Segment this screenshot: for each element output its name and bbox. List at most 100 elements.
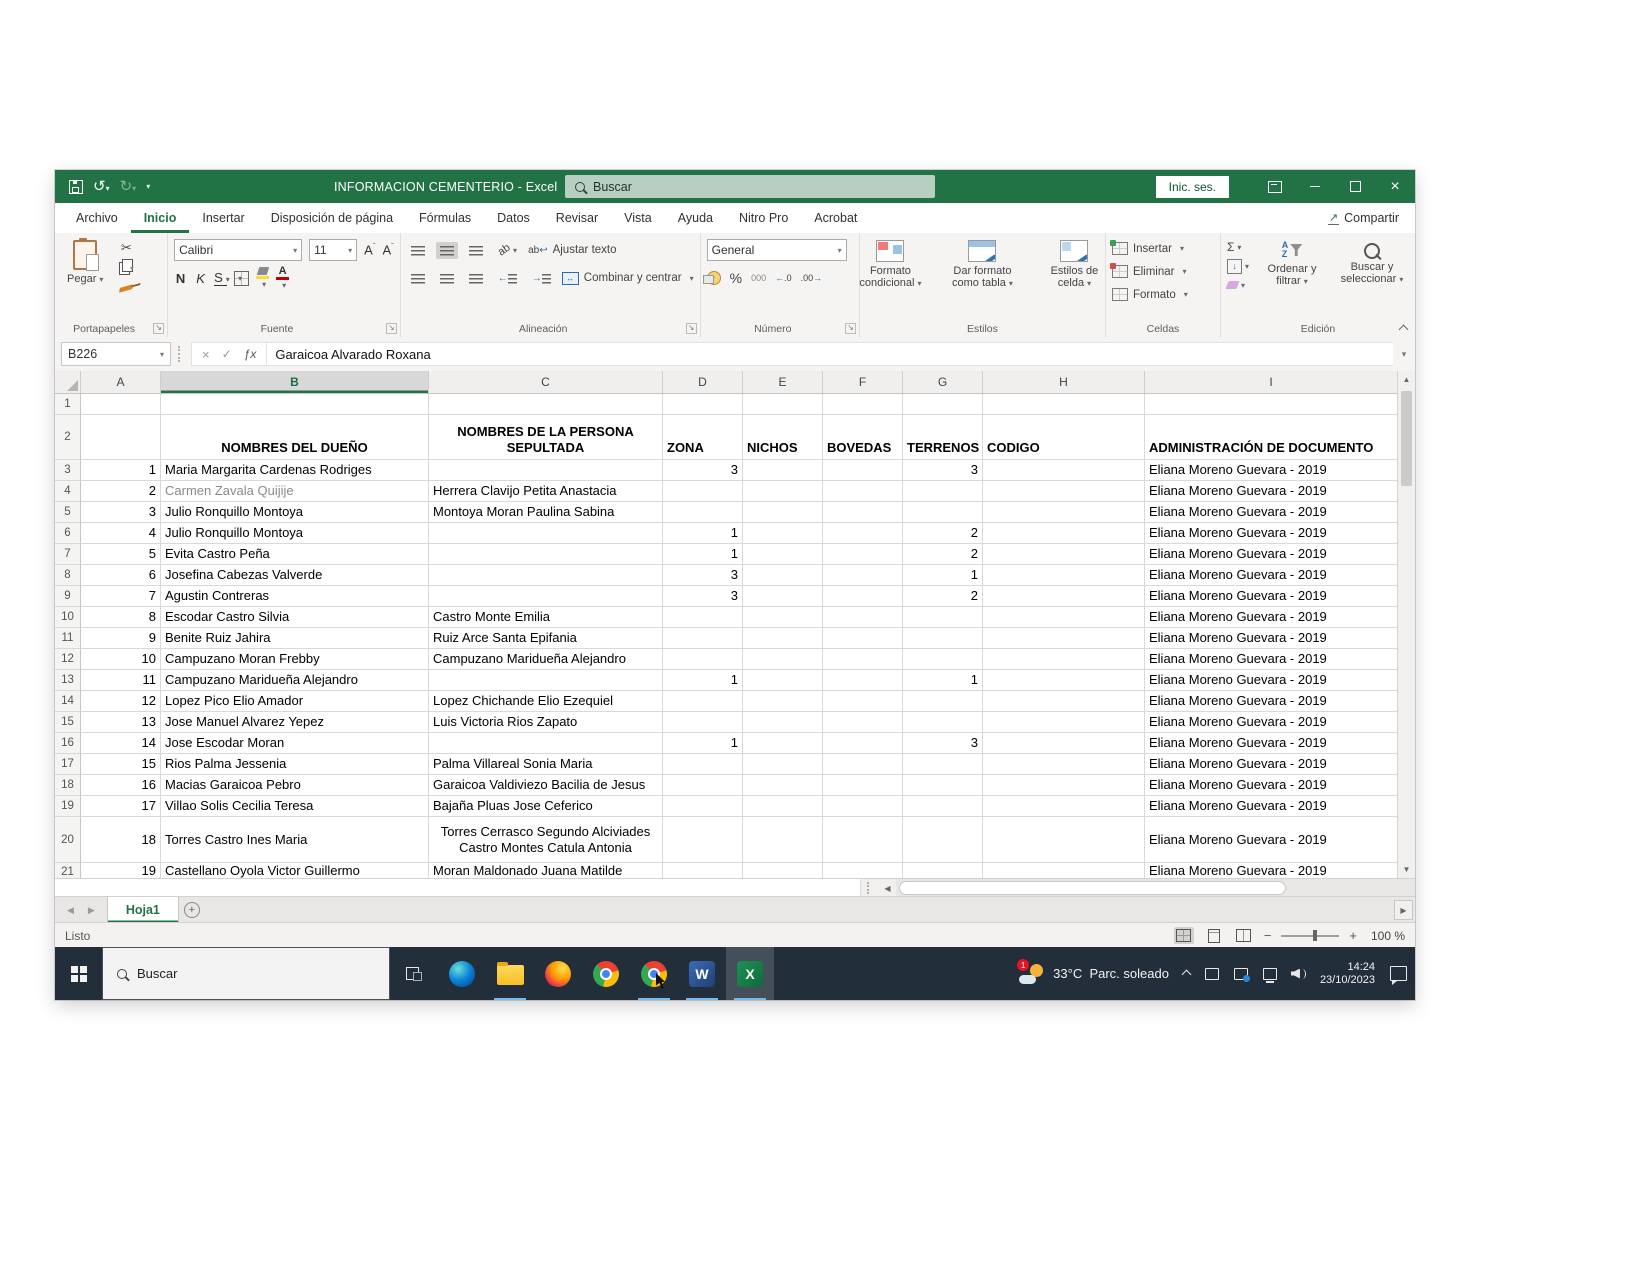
customize-qat-icon[interactable]: ▾ — [146, 182, 150, 191]
cell-A14[interactable]: 12 — [81, 691, 161, 712]
cell-B14[interactable]: Lopez Pico Elio Amador — [161, 691, 429, 712]
cell-H12[interactable] — [983, 649, 1145, 670]
cell-I18[interactable]: Eliana Moreno Guevara - 2019 — [1145, 775, 1398, 796]
row-header-4[interactable]: 4 — [55, 481, 81, 502]
decrease-decimal-icon[interactable]: .00→ — [801, 273, 823, 283]
row-header-3[interactable]: 3 — [55, 460, 81, 481]
cell-F19[interactable] — [823, 796, 903, 817]
cell-H16[interactable] — [983, 733, 1145, 754]
volume-icon[interactable] — [1291, 967, 1307, 981]
tab-acrobat[interactable]: Acrobat — [801, 203, 870, 233]
row-header-12[interactable]: 12 — [55, 649, 81, 670]
cell-A19[interactable]: 17 — [81, 796, 161, 817]
maximize-button[interactable] — [1335, 170, 1375, 203]
cell-G19[interactable] — [903, 796, 983, 817]
cell-C5[interactable]: Montoya Moran Paulina Sabina — [429, 502, 663, 523]
cell-I5[interactable]: Eliana Moreno Guevara - 2019 — [1145, 502, 1398, 523]
cell-G11[interactable] — [903, 628, 983, 649]
cell-G16[interactable]: 3 — [903, 733, 983, 754]
cell-C16[interactable] — [429, 733, 663, 754]
cell-A15[interactable]: 13 — [81, 712, 161, 733]
vertical-scrollbar[interactable]: ▲ ▼ — [1397, 371, 1415, 878]
cell-I6[interactable]: Eliana Moreno Guevara - 2019 — [1145, 523, 1398, 544]
cell-E16[interactable] — [743, 733, 823, 754]
cell-D18[interactable] — [663, 775, 743, 796]
cell-F18[interactable] — [823, 775, 903, 796]
cell-B13[interactable]: Campuzano Maridueña Alejandro — [161, 670, 429, 691]
taskbar-file-explorer[interactable] — [486, 947, 534, 1000]
cell-C3[interactable] — [429, 460, 663, 481]
cell-F14[interactable] — [823, 691, 903, 712]
column-header-G[interactable]: G — [903, 371, 983, 393]
cell-H3[interactable] — [983, 460, 1145, 481]
cell-D2[interactable]: ZONA — [663, 415, 743, 460]
cell-D15[interactable] — [663, 712, 743, 733]
cell-E19[interactable] — [743, 796, 823, 817]
cell-D19[interactable] — [663, 796, 743, 817]
cell-D14[interactable] — [663, 691, 743, 712]
cell-D4[interactable] — [663, 481, 743, 502]
cell-H20[interactable] — [983, 817, 1145, 863]
cell-D16[interactable]: 1 — [663, 733, 743, 754]
cell-H9[interactable] — [983, 586, 1145, 607]
cell-E4[interactable] — [743, 481, 823, 502]
column-header-D[interactable]: D — [663, 371, 743, 393]
cell-E20[interactable] — [743, 817, 823, 863]
cell-D1[interactable] — [663, 394, 743, 415]
cell-B6[interactable]: Julio Ronquillo Montoya — [161, 523, 429, 544]
cell-I1[interactable] — [1145, 394, 1398, 415]
cell-E6[interactable] — [743, 523, 823, 544]
cell-E12[interactable] — [743, 649, 823, 670]
ribbon-display-options-button[interactable] — [1255, 170, 1295, 203]
cell-C14[interactable]: Lopez Chichande Elio Ezequiel — [429, 691, 663, 712]
cell-E17[interactable] — [743, 754, 823, 775]
paste-button[interactable]: Pegar — [61, 238, 109, 320]
cell-H10[interactable] — [983, 607, 1145, 628]
row-header-14[interactable]: 14 — [55, 691, 81, 712]
cell-D6[interactable]: 1 — [663, 523, 743, 544]
cell-H7[interactable] — [983, 544, 1145, 565]
cell-E5[interactable] — [743, 502, 823, 523]
page-layout-view-button[interactable] — [1204, 927, 1224, 944]
show-hidden-icons-chevron[interactable] — [1182, 969, 1191, 978]
bold-button[interactable]: N — [174, 271, 187, 286]
taskbar-excel[interactable] — [726, 947, 774, 1000]
font-name-select[interactable]: Calibri▾ — [174, 239, 302, 261]
vertical-scroll-thumb[interactable] — [1401, 391, 1412, 486]
next-sheet-icon[interactable]: ▶ — [88, 905, 95, 916]
delete-cells-button[interactable]: Eliminar — [1112, 261, 1188, 282]
cell-E13[interactable] — [743, 670, 823, 691]
scroll-down-icon[interactable]: ▼ — [1398, 861, 1415, 878]
row-header-18[interactable]: 18 — [55, 775, 81, 796]
cell-C10[interactable]: Castro Monte Emilia — [429, 607, 663, 628]
conditional-format-button[interactable]: Formato condicional — [847, 238, 933, 320]
cell-C13[interactable] — [429, 670, 663, 691]
row-header-15[interactable]: 15 — [55, 712, 81, 733]
italic-button[interactable]: K — [194, 271, 207, 286]
cell-H15[interactable] — [983, 712, 1145, 733]
cell-A16[interactable]: 14 — [81, 733, 161, 754]
align-top-button[interactable] — [407, 242, 429, 259]
save-icon[interactable] — [69, 180, 83, 194]
zoom-slider[interactable] — [1281, 935, 1339, 937]
cell-C17[interactable]: Palma Villareal Sonia Maria — [429, 754, 663, 775]
cell-B16[interactable]: Jose Escodar Moran — [161, 733, 429, 754]
cell-G9[interactable]: 2 — [903, 586, 983, 607]
format-cells-button[interactable]: Formato — [1112, 284, 1188, 305]
cell-A17[interactable]: 15 — [81, 754, 161, 775]
row-header-20[interactable]: 20 — [55, 817, 81, 863]
cell-H6[interactable] — [983, 523, 1145, 544]
cell-F1[interactable] — [823, 394, 903, 415]
cell-B4[interactable]: Carmen Zavala Quijije — [161, 481, 429, 502]
cell-I13[interactable]: Eliana Moreno Guevara - 2019 — [1145, 670, 1398, 691]
column-header-H[interactable]: H — [983, 371, 1145, 393]
row-header-8[interactable]: 8 — [55, 565, 81, 586]
taskbar-chrome[interactable] — [582, 947, 630, 1000]
cell-A21[interactable]: 19 — [81, 863, 161, 879]
action-center-icon[interactable] — [1390, 966, 1407, 981]
row-header-6[interactable]: 6 — [55, 523, 81, 544]
fuente-dialog-launcher[interactable]: ↘ — [386, 323, 397, 334]
column-header-A[interactable]: A — [81, 371, 161, 393]
cell-H8[interactable] — [983, 565, 1145, 586]
cell-B21[interactable]: Castellano Oyola Victor Guillermo — [161, 863, 429, 879]
